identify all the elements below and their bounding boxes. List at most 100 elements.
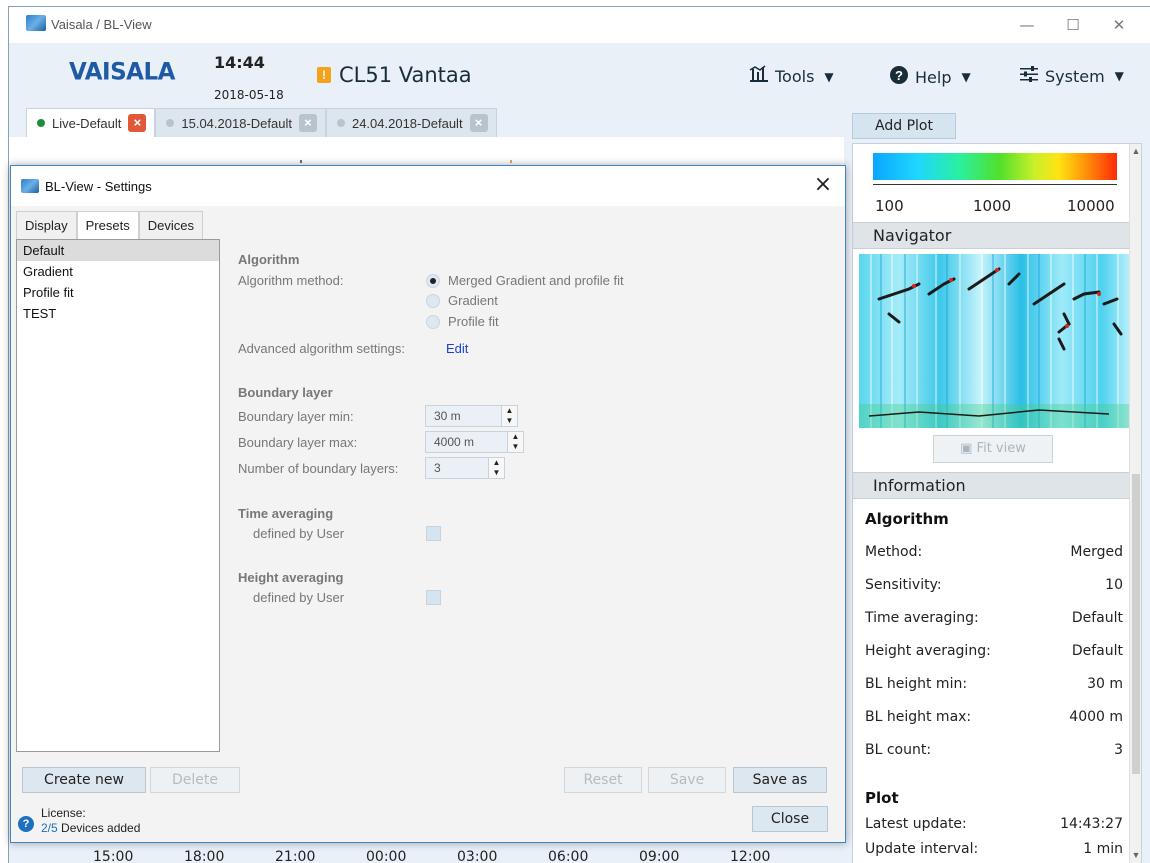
tab-15-04-2018-default[interactable]: 15.04.2018-Default × (155, 108, 326, 137)
minimize-button[interactable]: — (1004, 11, 1050, 39)
radio-gradient[interactable]: Gradient (426, 293, 498, 308)
height-averaging-checkbox[interactable] (426, 590, 441, 605)
close-dialog-icon[interactable]: × (811, 172, 835, 198)
preset-item-default[interactable]: Default (17, 240, 219, 261)
help-icon[interactable]: ? (18, 816, 34, 832)
info-value: Default (1071, 643, 1123, 659)
time-tick: 09:00 (639, 849, 680, 863)
radio-merged[interactable]: Merged Gradient and profile fit (426, 273, 624, 288)
status-dot-icon (166, 119, 175, 127)
close-window-button[interactable]: ✕ (1096, 11, 1142, 39)
close-tab-icon[interactable]: × (298, 114, 317, 132)
boundary-layer-heading: Boundary layer (238, 385, 333, 400)
navigator-thumbnail[interactable] (859, 254, 1129, 428)
tab-label: 15.04.2018-Default (181, 115, 292, 131)
license-suffix: Devices added (57, 821, 141, 835)
stepper-arrows-icon[interactable]: ▲ ▼ (502, 405, 518, 427)
algorithm-method-label: Algorithm method: (238, 273, 344, 288)
create-new-button[interactable]: Create new (22, 767, 146, 793)
bl-count-stepper[interactable]: 3 ▲ ▼ (425, 457, 505, 479)
bl-max-stepper[interactable]: 4000 m ▲ ▼ (425, 431, 524, 453)
time-averaging-heading: Time averaging (238, 506, 334, 521)
info-value: 4000 m (1069, 709, 1123, 725)
reset-button[interactable]: Reset (564, 767, 642, 793)
tab-display[interactable]: Display (16, 211, 77, 239)
info-label: Time averaging: (865, 610, 979, 626)
help-icon: ? (889, 65, 909, 89)
tab-24-04-2018-default[interactable]: 24.04.2018-Default × (325, 108, 497, 137)
scroll-up-icon[interactable]: ▲ (1130, 146, 1142, 156)
maximize-button[interactable]: ☐ (1050, 11, 1096, 39)
help-menu[interactable]: ? Help ▼ (889, 65, 971, 89)
save-as-button[interactable]: Save as (733, 767, 827, 793)
bl-min-stepper[interactable]: 30 m ▲ ▼ (425, 405, 518, 427)
colorbar-label: 100 (875, 197, 904, 215)
info-row-latest-update: Latest update: 14:43:27 (865, 816, 1123, 832)
time-averaging-checkbox[interactable] (426, 526, 441, 541)
license-count-link[interactable]: 2/5 (41, 821, 58, 835)
tab-live-default[interactable]: Live-Default × (26, 108, 156, 137)
height-averaging-sub: defined by User (253, 590, 345, 605)
radio-label: Merged Gradient and profile fit (448, 273, 624, 288)
tools-menu[interactable]: Tools ▼ (749, 65, 834, 88)
time-tick: 03:00 (457, 849, 498, 863)
tab-label: 24.04.2018-Default (351, 115, 463, 131)
right-panel-scrollbar[interactable]: ▲ ▼ (1129, 144, 1141, 863)
close-tab-icon[interactable]: × (128, 114, 147, 132)
fit-view-button[interactable]: ▣ Fit view (933, 435, 1053, 463)
bl-count-value[interactable]: 3 (425, 457, 489, 479)
add-plot-button[interactable]: Add Plot (852, 113, 956, 139)
color-scale-line (873, 184, 1117, 185)
preset-list[interactable]: Default Gradient Profile fit TEST (16, 239, 220, 752)
navigator-header: Navigator (853, 222, 1131, 249)
app-icon (26, 15, 46, 31)
info-label: Latest update: (865, 816, 967, 832)
tools-label: Tools (775, 67, 815, 86)
close-button[interactable]: Close (752, 806, 828, 832)
info-row-method: Method: Merged (865, 544, 1123, 560)
preset-item-test[interactable]: TEST (17, 303, 219, 324)
delete-button[interactable]: Delete (150, 767, 240, 793)
colorbar-label: 10000 (1067, 197, 1115, 215)
window-titlebar: Vaisala / BL-View — ☐ ✕ (9, 7, 1150, 43)
time-axis: 15:00 18:00 21:00 00:00 03:00 06:00 09:0… (9, 843, 844, 863)
right-panel: Add Plot 100 1000 10000 Navigator ▣ Fit … (852, 113, 1142, 863)
current-time: 14:44 (214, 53, 265, 72)
close-tab-icon[interactable]: × (469, 114, 488, 132)
system-label: System (1045, 66, 1105, 86)
current-date: 2018-05-18 (214, 88, 284, 102)
system-menu[interactable]: System ▼ (1019, 65, 1124, 87)
info-row-time-averaging: Time averaging: Default (865, 610, 1123, 626)
bl-max-label: Boundary layer max: (238, 435, 358, 450)
info-row-sensitivity: Sensitivity: 10 (865, 577, 1123, 593)
stepper-arrows-icon[interactable]: ▲ ▼ (489, 457, 505, 479)
bl-max-value[interactable]: 4000 m (425, 431, 508, 453)
tab-label: Live-Default (52, 115, 122, 131)
scrollbar-thumb[interactable] (1132, 474, 1140, 774)
scroll-down-icon[interactable]: ▼ (1130, 850, 1142, 860)
warning-icon: ! (317, 67, 331, 83)
preset-item-gradient[interactable]: Gradient (17, 261, 219, 282)
radio-profile-fit[interactable]: Profile fit (426, 314, 499, 329)
dialog-title: BL-View - Settings (45, 179, 152, 194)
tab-presets[interactable]: Presets (76, 211, 139, 239)
algorithm-title: Algorithm (865, 510, 949, 528)
time-tick: 06:00 (548, 849, 589, 863)
advanced-settings-label: Advanced algorithm settings: (238, 341, 405, 356)
info-row-height-averaging: Height averaging: Default (865, 643, 1123, 659)
chevron-down-icon: ▼ (824, 69, 834, 84)
info-value: 10 (1105, 577, 1123, 593)
preset-item-profile-fit[interactable]: Profile fit (17, 282, 219, 303)
tab-devices[interactable]: Devices (138, 211, 203, 239)
stepper-arrows-icon[interactable]: ▲ ▼ (508, 431, 524, 453)
info-label: BL height min: (865, 676, 968, 692)
license-status: 2/5 Devices added (41, 821, 140, 835)
bl-min-value[interactable]: 30 m (425, 405, 502, 427)
edit-advanced-link[interactable]: Edit (446, 341, 468, 356)
device-name: CL51 Vantaa (339, 63, 472, 87)
save-button[interactable]: Save (648, 767, 726, 793)
radio-unchecked-icon (426, 314, 440, 329)
time-tick: 00:00 (366, 849, 407, 863)
info-label: Method: (865, 544, 923, 560)
svg-text:?: ? (895, 68, 903, 83)
